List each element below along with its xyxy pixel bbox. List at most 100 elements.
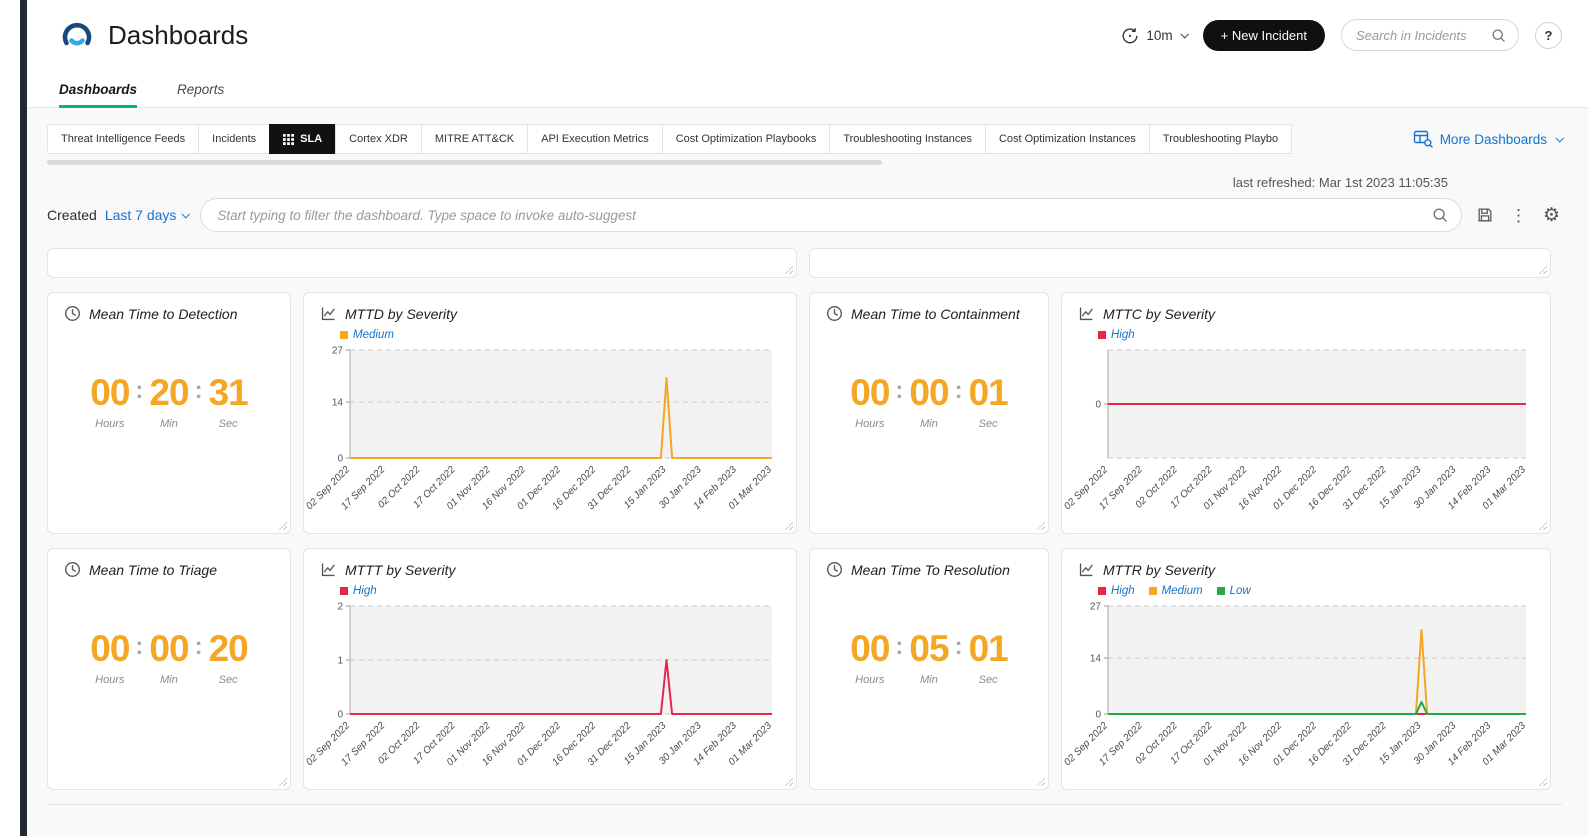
dashboard-filter-input[interactable] xyxy=(200,198,1462,232)
tab-dashboards[interactable]: Dashboards xyxy=(59,82,137,107)
widget-mttr-by-severity: MTTR by Severity HighMediumLow 0142702 S… xyxy=(1061,548,1551,790)
resize-handle[interactable] xyxy=(278,521,287,530)
chevron-down-icon xyxy=(182,210,190,218)
legend-item-medium[interactable]: Medium xyxy=(340,328,394,342)
cortex-logo-icon xyxy=(59,17,95,53)
topbar: Dashboards 10m + New Incident ? xyxy=(27,0,1588,70)
incident-search-input[interactable] xyxy=(1354,27,1491,44)
timer-sec-label: Sec xyxy=(969,674,1008,686)
created-range-dropdown[interactable]: Last 7 days xyxy=(105,207,189,223)
dashboard-tab-api-execution-metrics[interactable]: API Execution Metrics xyxy=(527,124,663,154)
dashboard-tab-label: Threat Intelligence Feeds xyxy=(61,133,185,145)
page-title: Dashboards xyxy=(108,20,248,51)
timer-sec-label: Sec xyxy=(969,418,1008,430)
timer-sec: 31 xyxy=(209,374,248,411)
legend-item-high[interactable]: High xyxy=(1098,584,1135,598)
search-icon xyxy=(1491,28,1506,43)
legend-label: High xyxy=(353,585,377,597)
settings-button[interactable]: ⚙ xyxy=(1541,204,1562,227)
line-chart-icon xyxy=(1078,561,1095,578)
dashboard-tab-label: SLA xyxy=(300,133,322,145)
widget-title: Mean Time to Containment xyxy=(851,306,1020,322)
dashboard-tab-mitre-att-ck[interactable]: MITRE ATT&CK xyxy=(421,124,528,154)
legend-swatch xyxy=(340,587,348,595)
refresh-interval-dropdown[interactable]: 10m xyxy=(1120,25,1186,45)
widget-title: Mean Time to Triage xyxy=(89,562,217,578)
timer-separator: : xyxy=(135,379,143,403)
more-dashboards-button[interactable]: More Dashboards xyxy=(1399,130,1562,148)
dashboard-tab-troubleshooting-playbo[interactable]: Troubleshooting Playbo xyxy=(1149,124,1292,154)
timer-sec-label: Sec xyxy=(209,674,248,686)
widget-title: MTTD by Severity xyxy=(345,306,457,322)
dashboard-tab-threat-intelligence-feeds[interactable]: Threat Intelligence Feeds xyxy=(47,124,199,154)
legend-item-low[interactable]: Low xyxy=(1217,584,1251,598)
resize-handle[interactable] xyxy=(1036,521,1045,530)
dashboard-tab-label: Incidents xyxy=(212,133,256,145)
widget-mttt-by-severity: MTTT by Severity High 01202 Sep 202217 S… xyxy=(303,548,797,790)
legend-label: Medium xyxy=(353,329,394,341)
dashboard-tabs: Threat Intelligence Feeds Incidents SLA Cor… xyxy=(47,124,1292,154)
tab-strip-scrollbar[interactable] xyxy=(47,160,882,165)
legend-item-high[interactable]: High xyxy=(340,584,377,598)
timer-hours-label: Hours xyxy=(850,418,889,430)
resize-handle[interactable] xyxy=(1538,265,1547,274)
left-nav-rail[interactable] xyxy=(20,0,27,836)
legend-swatch xyxy=(340,331,348,339)
resize-handle[interactable] xyxy=(1538,777,1547,786)
resize-handle[interactable] xyxy=(278,777,287,786)
clock-icon xyxy=(826,561,843,578)
help-button[interactable]: ? xyxy=(1535,22,1562,49)
legend-item-medium[interactable]: Medium xyxy=(1149,584,1203,598)
timer-separator: : xyxy=(895,379,903,403)
resize-handle[interactable] xyxy=(1036,777,1045,786)
timer-separator: : xyxy=(135,635,143,659)
resize-handle[interactable] xyxy=(784,777,793,786)
chart-legend: High xyxy=(1098,328,1534,342)
widget-title: MTTC by Severity xyxy=(1103,306,1215,322)
dashboard-tab-label: Troubleshooting Instances xyxy=(843,133,972,145)
dashboard-tab-sla[interactable]: SLA xyxy=(269,124,336,154)
dashboard-tab-cost-optimization-playbooks[interactable]: Cost Optimization Playbooks xyxy=(662,124,831,154)
widget-mean-time-to-resolution: Mean Time To Resolution 00Hours : 05Min … xyxy=(809,548,1049,790)
partial-widget-right xyxy=(809,248,1551,278)
timer-min: 20 xyxy=(149,374,188,411)
legend-item-high[interactable]: High xyxy=(1098,328,1135,342)
timer-hours: 00 xyxy=(850,374,889,411)
filter-search-button[interactable] xyxy=(1432,207,1448,228)
created-filter: Created Last 7 days xyxy=(47,207,188,223)
tab-reports[interactable]: Reports xyxy=(177,82,224,107)
grid-icon xyxy=(283,134,294,145)
legend-swatch xyxy=(1149,587,1157,595)
timer-separator: : xyxy=(195,635,203,659)
chevron-down-icon xyxy=(1180,30,1188,38)
resize-handle[interactable] xyxy=(784,521,793,530)
more-options-button[interactable]: ⋮ xyxy=(1508,205,1529,226)
timer-min: 00 xyxy=(909,374,948,411)
dashboard-tab-cortex-xdr[interactable]: Cortex XDR xyxy=(335,124,422,154)
dashboard-tab-label: API Execution Metrics xyxy=(541,133,649,145)
chart-legend: Medium xyxy=(340,328,780,342)
timer-separator: : xyxy=(195,379,203,403)
legend-label: Medium xyxy=(1162,585,1203,597)
resize-handle[interactable] xyxy=(1538,521,1547,530)
new-incident-button[interactable]: + New Incident xyxy=(1203,20,1325,51)
kebab-icon: ⋮ xyxy=(1510,207,1527,224)
timer-separator: : xyxy=(895,635,903,659)
svg-text:14: 14 xyxy=(332,398,344,409)
clock-icon xyxy=(64,561,81,578)
dashboard-tab-troubleshooting-instances[interactable]: Troubleshooting Instances xyxy=(829,124,986,154)
mttr-chart: 0142702 Sep 202217 Sep 202202 Oct 202217… xyxy=(1078,600,1534,772)
svg-text:0: 0 xyxy=(337,454,343,465)
mttt-chart: 01202 Sep 202217 Sep 202202 Oct 202217 O… xyxy=(320,600,780,772)
chart-legend: High Medium Low xyxy=(1098,584,1534,598)
incident-search-box[interactable] xyxy=(1341,19,1519,51)
dashboard-tab-cost-optimization-instances[interactable]: Cost Optimization Instances xyxy=(985,124,1150,154)
timer-min: 05 xyxy=(909,630,948,667)
legend-swatch xyxy=(1098,587,1106,595)
dashboard-tab-incidents[interactable]: Incidents xyxy=(198,124,270,154)
timer-separator: : xyxy=(955,635,963,659)
svg-text:0: 0 xyxy=(1095,400,1101,411)
save-dashboard-button[interactable] xyxy=(1474,204,1496,226)
dashboard-tab-label: MITRE ATT&CK xyxy=(435,133,514,145)
resize-handle[interactable] xyxy=(784,265,793,274)
